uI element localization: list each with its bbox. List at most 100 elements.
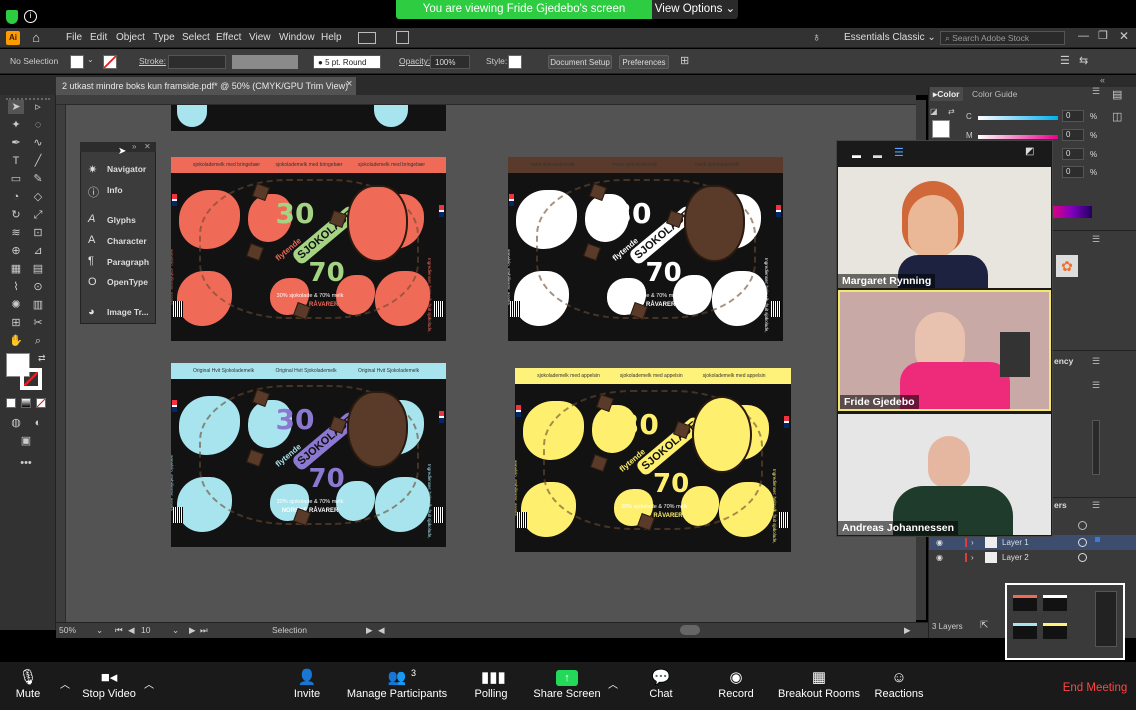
paragraph-icon[interactable]: ¶ [88,255,94,267]
panel-image-trace[interactable]: Image Tr... [107,303,149,321]
gradient-tool-icon[interactable]: ▤ [30,262,46,276]
layer-name[interactable]: Layer 2 [1002,550,1029,565]
lightbulb-icon[interactable]: ♁ [812,30,821,44]
panel-menu-icon[interactable]: ☰ [1092,500,1100,511]
chevron-down-icon[interactable]: ⌄ [96,622,103,638]
next-artboard-icon[interactable]: ▶ [189,622,196,638]
tab-color[interactable]: ▸Color [930,87,963,101]
pen-tool-icon[interactable]: ✒ [8,136,24,150]
perspective-grid-tool-icon[interactable]: ⊿ [30,244,46,258]
draw-mode-icon[interactable]: ◍ [8,416,24,430]
panel-navigator[interactable]: Navigator [107,160,146,178]
draw-inside-icon[interactable]: ◐ [30,416,46,430]
close-panel-icon[interactable]: ✕ [144,142,151,151]
shaper-tool-icon[interactable]: ◔ [8,190,24,204]
artboard-number[interactable]: 10 [141,622,150,638]
export-icon[interactable]: ⇱ [980,620,988,631]
invite-button[interactable]: 👤 Invite [288,664,326,708]
none-mode-icon[interactable] [36,398,46,408]
tab-color-guide[interactable]: Color Guide [972,87,1017,101]
stroke-swatch[interactable] [103,55,117,69]
rotate-tool-icon[interactable]: ↻ [8,208,24,222]
menu-object[interactable]: Object [116,28,145,48]
scale-tool-icon[interactable]: ⤢ [30,208,46,222]
polling-button[interactable]: ▮▮▮ Polling [470,664,512,708]
status-arrow-icon[interactable]: ▶ [366,622,373,638]
visibility-eye-icon[interactable]: ◉ [936,535,943,550]
panel-menu-icon[interactable]: ☰ [1092,356,1100,367]
reactions-button[interactable]: ☺ Reactions [872,664,926,708]
curvature-tool-icon[interactable]: ∿ [30,136,46,150]
more-tools-icon[interactable]: ••• [18,456,34,470]
panel-character[interactable]: Character [107,232,147,250]
panel-glyphs[interactable]: Glyphs [107,211,136,229]
eraser-tool-icon[interactable]: ◇ [30,190,46,204]
direct-selection-tool-icon[interactable]: ▹ [30,100,46,114]
menu-window[interactable]: Window [279,28,315,48]
properties-icon[interactable]: ▤ [1112,88,1122,101]
menu-file[interactable]: File [66,28,82,48]
menu-edit[interactable]: Edit [90,28,107,48]
blend-tool-icon[interactable]: ⊙ [30,280,46,294]
previous-artboard-icon[interactable]: ◀ [128,622,135,638]
paintbrush-tool-icon[interactable]: ✎ [30,172,46,186]
participant-video-andreas[interactable]: Andreas Johannessen [838,414,1051,535]
stock-search-input[interactable]: ⌕ Search Adobe Stock [940,31,1065,45]
swap-colors-icon[interactable]: ⇄ [38,353,46,364]
scroll-right-icon[interactable]: ▶ [904,622,911,638]
channel-m-slider[interactable] [978,135,1058,139]
video-options-chevron-icon[interactable]: ︿ [144,676,154,691]
collapse-panel-icon[interactable]: » [132,142,136,151]
document-setup-button[interactable]: Document Setup [548,55,612,69]
panel-opentype[interactable]: OpenType [107,273,148,291]
expand-arrow-icon[interactable]: › [971,535,974,550]
single-view-icon[interactable]: ▬ [873,150,882,160]
artboard-orange[interactable]: sjokolademelk med appelsin sjokolademelk … [515,368,791,552]
type-tool-icon[interactable]: T [8,154,24,168]
symbol-sprayer-tool-icon[interactable]: ✺ [8,298,24,312]
glyphs-icon[interactable]: A [88,213,95,225]
channel-c-value[interactable]: 0 [1062,110,1084,122]
collapse-dock-icon[interactable]: « [1100,75,1105,85]
gradient-mode-icon[interactable] [21,398,31,408]
stroke-color-box[interactable] [20,368,42,390]
breakout-rooms-button[interactable]: ▦ Breakout Rooms [776,664,862,708]
swap-colors-icon[interactable]: ⇄ [948,107,955,116]
last-artboard-icon[interactable]: ⏭ [200,622,208,638]
gallery-view-icon[interactable]: ☰ [894,146,904,159]
align-icon[interactable]: ⊞ [680,54,689,67]
width-tool-icon[interactable]: ≋ [8,226,24,240]
transform-icon[interactable]: ⇆ [1079,54,1088,67]
panel-menu-icon[interactable]: ☰ [1092,380,1100,391]
chat-button[interactable]: 💬 Chat [642,664,680,708]
menu-effect[interactable]: Effect [216,28,241,48]
layer-target-icon[interactable] [1078,538,1087,547]
stop-video-button[interactable]: ■◂ Stop Video [78,664,140,708]
column-graph-tool-icon[interactable]: ▥ [30,298,46,312]
artboard-white[interactable]: Original Hvit Sjokolademelk Original Hvit… [171,363,446,547]
zoom-tool-icon[interactable]: ⌕ [30,334,46,348]
home-icon[interactable]: ⌂ [28,30,44,46]
end-meeting-button[interactable]: End Meeting [1056,680,1134,696]
info-icon[interactable]: i [24,10,37,23]
screen-mode-icon[interactable]: ▣ [18,434,34,448]
color-mode-icon[interactable] [6,398,16,408]
close-document-icon[interactable]: × [346,78,352,90]
security-shield-icon[interactable] [6,10,18,24]
graphic-style-swatch[interactable] [508,55,522,69]
panel-menu-icon[interactable]: ☰ [1092,234,1100,245]
magic-wand-tool-icon[interactable]: ✦ [8,118,24,132]
color-spectrum[interactable] [1052,206,1092,218]
shape-builder-tool-icon[interactable]: ⊕ [8,244,24,258]
navigator-icon[interactable]: ✷ [88,163,97,176]
panel-menu-icon[interactable]: ☰ [1060,54,1070,67]
artboard-raspberry[interactable]: sjokolademelk med bringebær sjokolademelk… [171,157,446,341]
workspace-switcher[interactable]: Essentials Classic ⌄ [844,28,936,48]
line-tool-icon[interactable]: ╱ [30,154,46,168]
preferences-button[interactable]: Preferences [619,55,669,69]
audio-options-chevron-icon[interactable]: ︿ [60,676,70,691]
visibility-eye-icon[interactable]: ◉ [936,550,943,565]
opacity-field[interactable]: 100% [430,55,470,69]
artboard-dark[interactable]: mørk sjokolademelk mørk sjokolademelk mørk… [508,157,783,341]
gpu-icon[interactable] [396,31,409,44]
